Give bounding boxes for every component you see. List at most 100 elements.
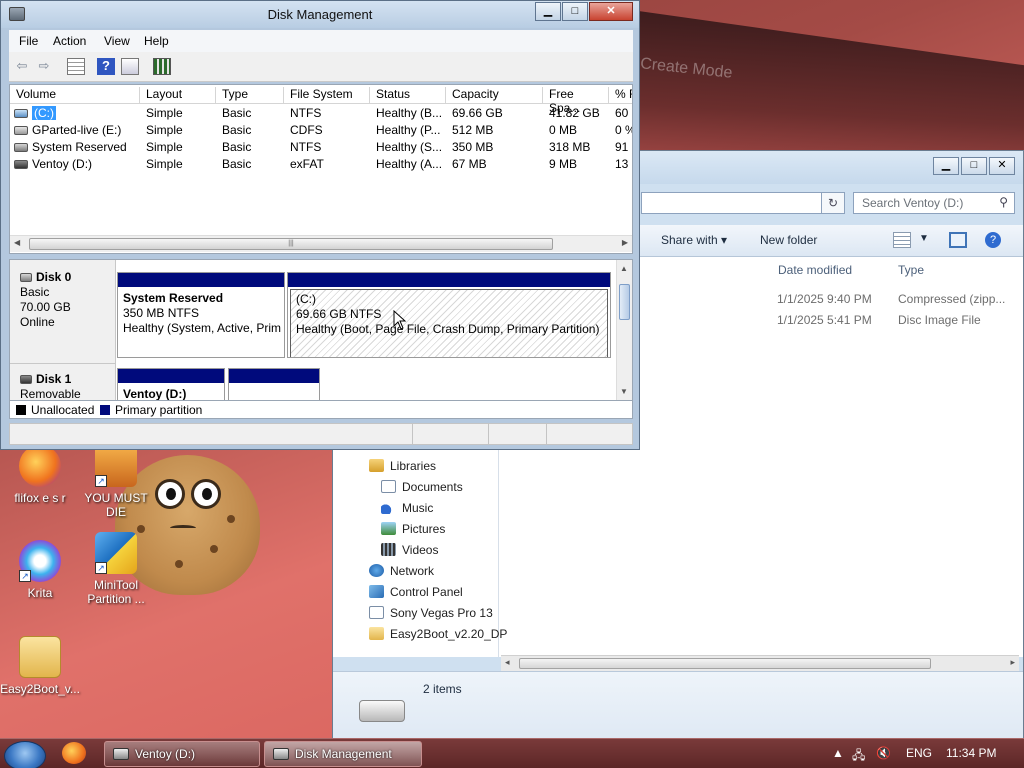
- forward-arrow-icon[interactable]: ⇨: [35, 58, 53, 75]
- volume-icon: [14, 109, 28, 118]
- table-row[interactable]: System Reserved: [14, 140, 127, 154]
- address-bar[interactable]: ⌄: [641, 192, 845, 214]
- settings-icon[interactable]: [153, 58, 171, 75]
- help-icon[interactable]: ?: [97, 58, 115, 75]
- firefox-taskbar-icon[interactable]: [62, 742, 86, 764]
- refresh-button[interactable]: ↻: [821, 192, 845, 214]
- nav-item-libraries[interactable]: Libraries: [369, 459, 436, 473]
- help-icon[interactable]: ?: [985, 232, 1001, 248]
- volume-list-header: Volume Layout Type File System Status Ca…: [10, 85, 632, 115]
- table-row[interactable]: Ventoy (D:): [14, 157, 92, 171]
- nav-item-sony-vegas[interactable]: Sony Vegas Pro 13: [369, 606, 493, 620]
- menu-help[interactable]: Help: [144, 34, 169, 48]
- volume-icon: [14, 143, 28, 152]
- close-button[interactable]: ✕: [589, 2, 633, 21]
- task-ventoy[interactable]: Ventoy (D:): [104, 741, 260, 767]
- desktop-icon-krita[interactable]: ↗ Krita: [0, 540, 80, 600]
- language-indicator[interactable]: ENG: [906, 746, 932, 760]
- column-free-space[interactable]: Free Spa...: [543, 87, 609, 115]
- view-options-icon[interactable]: [893, 232, 911, 248]
- desktop-icon-label: Easy2Boot_v...: [0, 682, 80, 696]
- console-tree-icon[interactable]: [67, 58, 85, 75]
- desktop-icon-firefox[interactable]: flifox e s r: [0, 445, 80, 505]
- column-layout[interactable]: Layout: [140, 87, 216, 103]
- menu-action[interactable]: Action: [53, 34, 86, 48]
- table-row[interactable]: GParted-live (E:): [14, 123, 121, 137]
- scrollbar-thumb[interactable]: [519, 658, 931, 669]
- desktop-icon-easy2boot[interactable]: Easy2Boot_v...: [0, 636, 80, 696]
- preview-pane-icon[interactable]: [949, 232, 967, 248]
- nav-item-videos[interactable]: Videos: [381, 543, 438, 557]
- maximize-button[interactable]: □: [961, 157, 987, 175]
- close-button[interactable]: ✕: [989, 157, 1015, 175]
- pou-eye-right: [191, 479, 221, 509]
- menu-file[interactable]: File: [19, 34, 38, 48]
- properties-icon[interactable]: [121, 58, 139, 75]
- share-with-button[interactable]: Share with ▾: [661, 233, 727, 247]
- disk-management-titlebar[interactable]: Disk Management ▁ □ ✕: [1, 1, 639, 28]
- column-file-system[interactable]: File System: [284, 87, 370, 103]
- nav-item-network[interactable]: Network: [369, 564, 434, 578]
- disk-management-icon: [273, 748, 289, 760]
- network-icon[interactable]: 🖧: [852, 746, 865, 767]
- scrollbar-thumb[interactable]: |||: [29, 238, 553, 250]
- column-status[interactable]: Status: [370, 87, 446, 103]
- desktop-icon-minitool[interactable]: ↗ MiniTool Partition ...: [76, 532, 156, 606]
- disk-1-label[interactable]: Disk 1 Removable: [10, 364, 116, 400]
- column-percent-free[interactable]: % F: [609, 87, 632, 103]
- chevron-down-icon[interactable]: ▼: [919, 233, 929, 244]
- column-date-modified[interactable]: Date modified: [778, 263, 852, 277]
- column-volume[interactable]: Volume: [10, 87, 140, 103]
- partition-ventoy[interactable]: Ventoy (D:): [117, 368, 225, 400]
- search-icon: ⚲: [999, 195, 1008, 209]
- libraries-icon: [369, 459, 384, 472]
- volume-muted-icon[interactable]: 🔇: [876, 746, 891, 760]
- maximize-button[interactable]: □: [562, 2, 588, 21]
- horizontal-scrollbar[interactable]: ◀ ||| ▶: [10, 235, 632, 252]
- disk-management-window: Disk Management ▁ □ ✕ File Action View H…: [0, 0, 640, 450]
- network-icon: [369, 564, 384, 577]
- removable-disk-icon: [20, 375, 32, 384]
- new-folder-button[interactable]: New folder: [760, 233, 817, 247]
- nav-item-music[interactable]: Music: [381, 501, 433, 515]
- clock[interactable]: 11:34 PM: [946, 746, 996, 760]
- minimize-button[interactable]: ▁: [535, 2, 561, 21]
- menu-view[interactable]: View: [104, 34, 130, 48]
- pou-mouth: [170, 525, 196, 531]
- search-input[interactable]: Search Ventoy (D:) ⚲: [853, 192, 1015, 214]
- file-date[interactable]: 1/1/2025 5:41 PM: [777, 313, 872, 327]
- column-type[interactable]: Type: [898, 263, 924, 277]
- scrollbar-thumb[interactable]: [619, 284, 630, 320]
- shortcut-arrow-icon: ↗: [95, 562, 107, 574]
- shortcut-icon: ↗: [95, 445, 137, 487]
- disk-0-label[interactable]: Disk 0 Basic 70.00 GB Online: [10, 260, 116, 364]
- column-type[interactable]: Type: [216, 87, 284, 103]
- documents-icon: [381, 480, 396, 493]
- partition-c-drive[interactable]: (C:) 69.66 GB NTFS Healthy (Boot, Page F…: [287, 272, 611, 358]
- toolbar: ⇦ ⇨ ?: [9, 52, 633, 82]
- partition-system-reserved[interactable]: System Reserved 350 MB NTFS Healthy (Sys…: [117, 272, 285, 358]
- show-hidden-icons-icon[interactable]: ▲: [832, 746, 844, 760]
- usb-drive-icon: [359, 700, 405, 722]
- desktop-icon-you-must-die[interactable]: ↗ YOU MUST DIE: [76, 445, 156, 519]
- start-button[interactable]: [4, 741, 46, 768]
- file-type[interactable]: Compressed (zipp...: [898, 292, 1005, 306]
- details-pane: 2 items: [333, 671, 1023, 739]
- file-type[interactable]: Disc Image File: [898, 313, 981, 327]
- vertical-scrollbar[interactable]: ▲ ▼: [616, 260, 632, 400]
- nav-item-pictures[interactable]: Pictures: [381, 522, 445, 536]
- task-disk-management[interactable]: Disk Management: [264, 741, 422, 767]
- nav-item-easy2boot[interactable]: Easy2Boot_v2.20_DP: [369, 627, 507, 641]
- nav-item-documents[interactable]: Documents: [381, 480, 463, 494]
- nav-item-control-panel[interactable]: Control Panel: [369, 585, 463, 599]
- horizontal-scrollbar[interactable]: ◂ ▸: [501, 655, 1019, 671]
- status-bar: [9, 423, 633, 445]
- file-date[interactable]: 1/1/2025 9:40 PM: [777, 292, 872, 306]
- back-arrow-icon[interactable]: ⇦: [13, 58, 31, 75]
- disk-graphical-view: Disk 0 Basic 70.00 GB Online System Rese…: [9, 259, 633, 401]
- column-capacity[interactable]: Capacity: [446, 87, 543, 103]
- partition-vtoyefi[interactable]: [228, 368, 320, 400]
- krita-icon: ↗: [19, 540, 61, 582]
- table-row[interactable]: (C:): [14, 106, 56, 120]
- minimize-button[interactable]: ▁: [933, 157, 959, 175]
